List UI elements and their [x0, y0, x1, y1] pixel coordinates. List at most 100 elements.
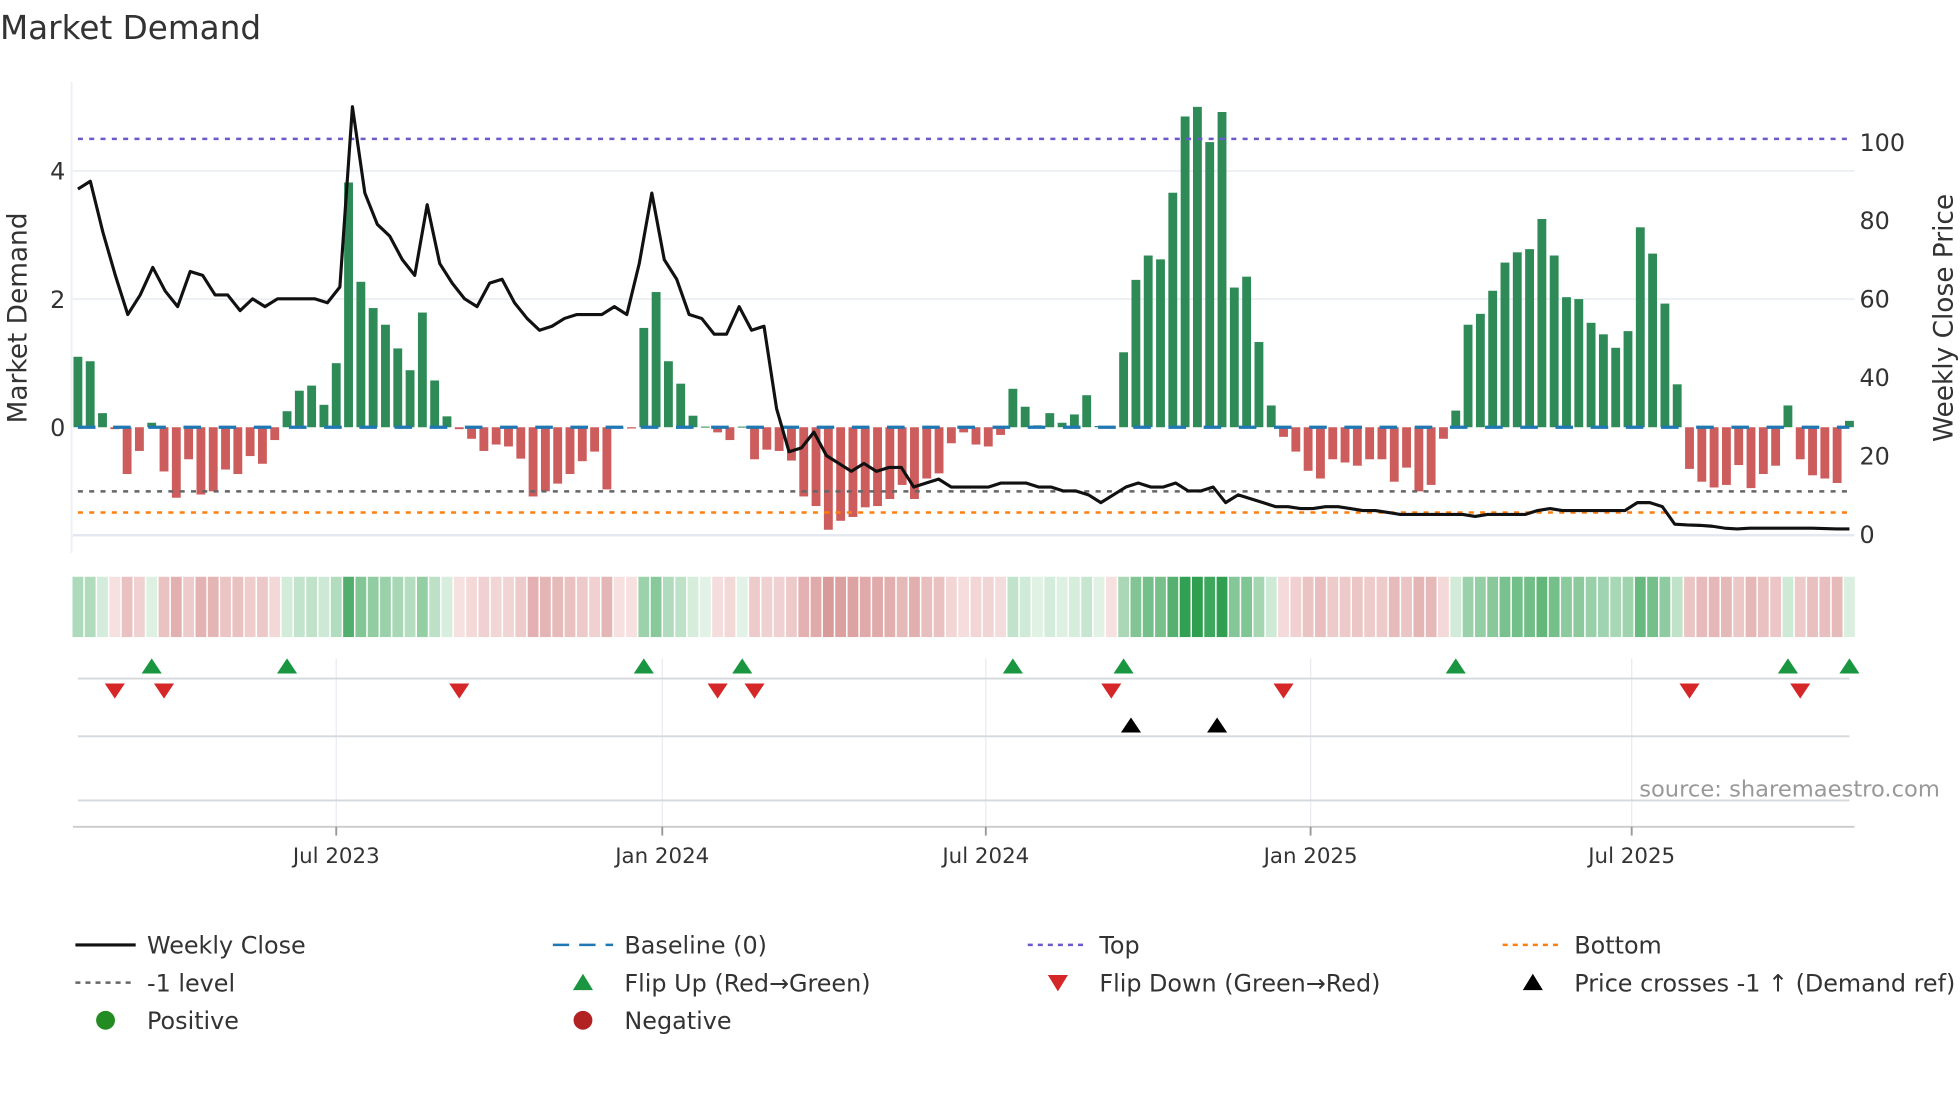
strip-cell	[134, 576, 145, 638]
negative-bar	[799, 427, 809, 497]
strip-cell	[1536, 576, 1548, 638]
strip-cell	[1499, 576, 1511, 638]
positive-bar	[1549, 255, 1559, 428]
negative-bar	[750, 427, 759, 460]
flip-up-marker	[1839, 658, 1860, 674]
negative-bar	[491, 427, 501, 445]
negative-bar	[454, 427, 464, 430]
strip-cell	[1081, 576, 1093, 638]
market-demand-chart: Market Demand Market Demand Weekly Close…	[0, 9, 1959, 1035]
negative-bar	[1328, 427, 1338, 460]
negative-bar	[245, 427, 255, 457]
strip-cell	[1155, 576, 1166, 638]
negative-bar	[504, 427, 513, 447]
strip-cell	[429, 576, 441, 638]
flip-down-marker	[707, 683, 728, 699]
legend-label: Bottom	[1574, 932, 1662, 960]
strip-cell	[257, 576, 268, 638]
negative-bar	[1697, 427, 1707, 482]
positive-bar	[1451, 410, 1461, 428]
strip-cell	[1548, 576, 1560, 638]
negative-bar	[725, 427, 735, 441]
positive-bar	[1537, 218, 1547, 428]
positive-bar	[1192, 106, 1202, 428]
strip-cell	[1278, 576, 1289, 638]
strip-cell	[1302, 576, 1314, 638]
flip-up-marker	[633, 658, 654, 674]
flip-up-marker	[1777, 658, 1798, 674]
negative-bar	[565, 427, 575, 475]
strip-cell	[1462, 576, 1474, 638]
strip-cell	[1056, 576, 1068, 638]
legend-triangle-up-icon	[572, 973, 594, 991]
negative-bar	[762, 427, 772, 450]
negative-bar	[1291, 427, 1301, 452]
strip-cell	[1450, 576, 1462, 638]
flip-markers	[104, 658, 1860, 733]
strip-cell	[183, 576, 195, 638]
positive-bar	[1229, 287, 1239, 428]
positive-bar	[1168, 192, 1178, 428]
strip-cell	[1524, 576, 1535, 638]
strip-cell	[97, 576, 108, 638]
legend: Weekly Close Baseline (0) Top Bottom -1 leve…	[75, 932, 1955, 1035]
strip-cell	[1819, 576, 1831, 638]
strip-cell	[392, 576, 404, 638]
strip-cell	[810, 576, 822, 638]
negative-bar	[159, 427, 169, 472]
strip-cell	[1253, 576, 1265, 638]
strip-cell	[367, 576, 379, 638]
negative-bar	[516, 427, 526, 459]
strip-cell	[1782, 576, 1794, 638]
strip-cell	[232, 576, 244, 638]
strip-cell	[330, 576, 342, 638]
y2-tick-label: 0	[1859, 521, 1874, 549]
negative-bar	[885, 427, 895, 500]
strip-cell	[527, 576, 539, 638]
negative-bar	[233, 427, 243, 475]
strip-cell	[798, 576, 810, 638]
negative-bar	[577, 427, 587, 462]
negative-bar	[467, 427, 477, 439]
strip-cell	[995, 576, 1006, 638]
negative-bar	[134, 427, 144, 451]
positive-bar	[1045, 413, 1055, 428]
positive-bar	[1119, 352, 1129, 428]
legend-label: Flip Down (Green→Red)	[1099, 969, 1380, 997]
strip-cell	[441, 576, 453, 638]
strip-cell	[958, 576, 970, 638]
negative-bar	[1685, 427, 1694, 469]
positive-bar	[1500, 262, 1510, 428]
positive-bar	[442, 416, 452, 428]
negative-bar	[1734, 427, 1744, 466]
positive-bar	[676, 383, 686, 428]
strip-cell	[1093, 576, 1105, 638]
strip-cell	[1204, 576, 1216, 638]
positive-bar	[356, 281, 366, 428]
positive-bar	[1463, 324, 1473, 428]
strip-cell	[306, 576, 318, 638]
strip-cell	[699, 576, 711, 638]
chart-title: Market Demand	[0, 9, 261, 47]
positive-bar	[700, 426, 710, 428]
strip-cell	[1364, 576, 1376, 638]
strip-cell	[1511, 576, 1523, 638]
negative-bar	[590, 427, 600, 452]
y-tick-label: 0	[50, 414, 65, 442]
flip-up-marker	[732, 658, 753, 674]
flip-up-marker	[1445, 658, 1466, 674]
positive-bar	[1598, 334, 1608, 428]
strip-cell	[909, 576, 920, 638]
strip-cell	[1610, 576, 1622, 638]
strip-cell	[490, 576, 502, 638]
negative-bar	[836, 427, 846, 521]
flip-down-marker	[1273, 683, 1294, 699]
y2-tick-label: 40	[1859, 364, 1889, 392]
positive-bar	[1156, 259, 1165, 428]
strip-cell	[293, 576, 305, 638]
legend-triangle-up-icon	[1522, 973, 1543, 991]
axis-ticks: 024020406080100Jul 2023 Jan 2024 Jul 2024 J…	[50, 129, 1905, 869]
strip-cell	[1388, 576, 1400, 638]
strip-cell	[945, 576, 957, 638]
legend-label: Flip Up (Red→Green)	[624, 969, 870, 997]
